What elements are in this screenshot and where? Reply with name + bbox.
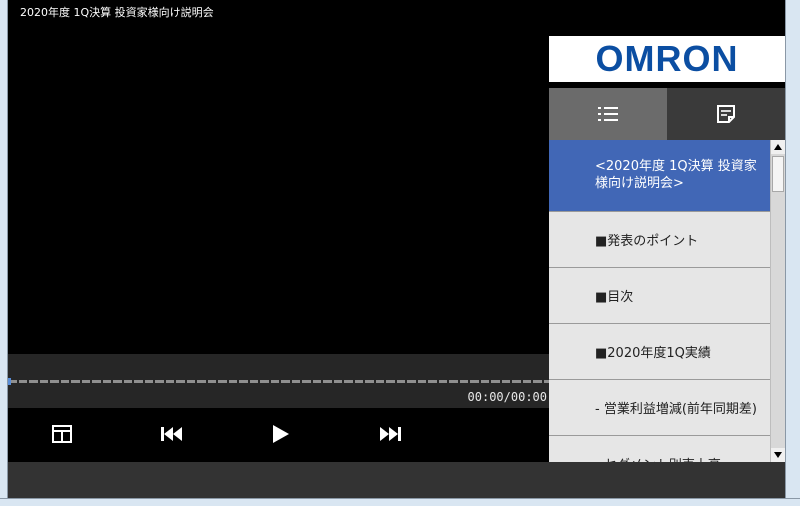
- panel-tabs: [549, 88, 785, 140]
- next-button[interactable]: [370, 408, 410, 460]
- chapter-item[interactable]: <2020年度 1Q決算 投資家様向け説明会>: [549, 140, 770, 212]
- chapter-item[interactable]: - 営業利益増減(前年同期差): [549, 380, 770, 436]
- play-icon: [273, 425, 289, 443]
- omron-logo: OMRON: [595, 38, 739, 79]
- window-frame-left: [0, 0, 8, 506]
- tab-notes[interactable]: [667, 88, 785, 140]
- layout-button[interactable]: [42, 408, 82, 460]
- note-icon: [717, 105, 735, 123]
- seek-area: 00:00/00:00: [8, 354, 549, 408]
- scroll-up-button[interactable]: [771, 140, 785, 154]
- scroll-thumb[interactable]: [772, 156, 784, 192]
- list-icon: [598, 107, 618, 121]
- chapter-item[interactable]: ■2020年度1Q実績: [549, 324, 770, 380]
- play-button[interactable]: [261, 408, 301, 460]
- tab-chapters[interactable]: [549, 88, 667, 140]
- window-frame-right: [785, 0, 800, 506]
- scroll-down-icon: [774, 452, 782, 458]
- layout-icon: [52, 425, 72, 443]
- scroll-up-icon: [774, 144, 782, 150]
- player-window: 2020年度 1Q決算 投資家様向け説明会 00:00/00:00 OMRON …: [0, 0, 800, 506]
- seek-handle[interactable]: [8, 378, 11, 385]
- skip-previous-icon: [161, 427, 182, 441]
- chapter-item[interactable]: ■目次: [549, 268, 770, 324]
- window-title: 2020年度 1Q決算 投資家様向け説明会: [20, 6, 214, 19]
- chapter-scrollbar[interactable]: [770, 140, 785, 462]
- video-area[interactable]: [8, 22, 549, 354]
- window-frame-bottom: [0, 498, 800, 506]
- skip-next-icon: [380, 427, 401, 441]
- time-display: 00:00/00:00: [467, 390, 547, 404]
- chapter-item[interactable]: - セグメント別売上高: [549, 436, 770, 462]
- logo-box: OMRON: [549, 36, 785, 82]
- control-bar: [8, 408, 549, 462]
- previous-button[interactable]: [152, 408, 192, 460]
- chapter-item[interactable]: ■発表のポイント: [549, 212, 770, 268]
- bottom-bar: [8, 462, 785, 498]
- side-panel: OMRON <2020年度 1Q決算 投資家様向け説明会> ■発表のポイント ■…: [549, 22, 785, 462]
- scroll-down-button[interactable]: [771, 448, 785, 462]
- seek-bar[interactable]: [8, 380, 549, 383]
- chapter-list: <2020年度 1Q決算 投資家様向け説明会> ■発表のポイント ■目次 ■20…: [549, 140, 770, 462]
